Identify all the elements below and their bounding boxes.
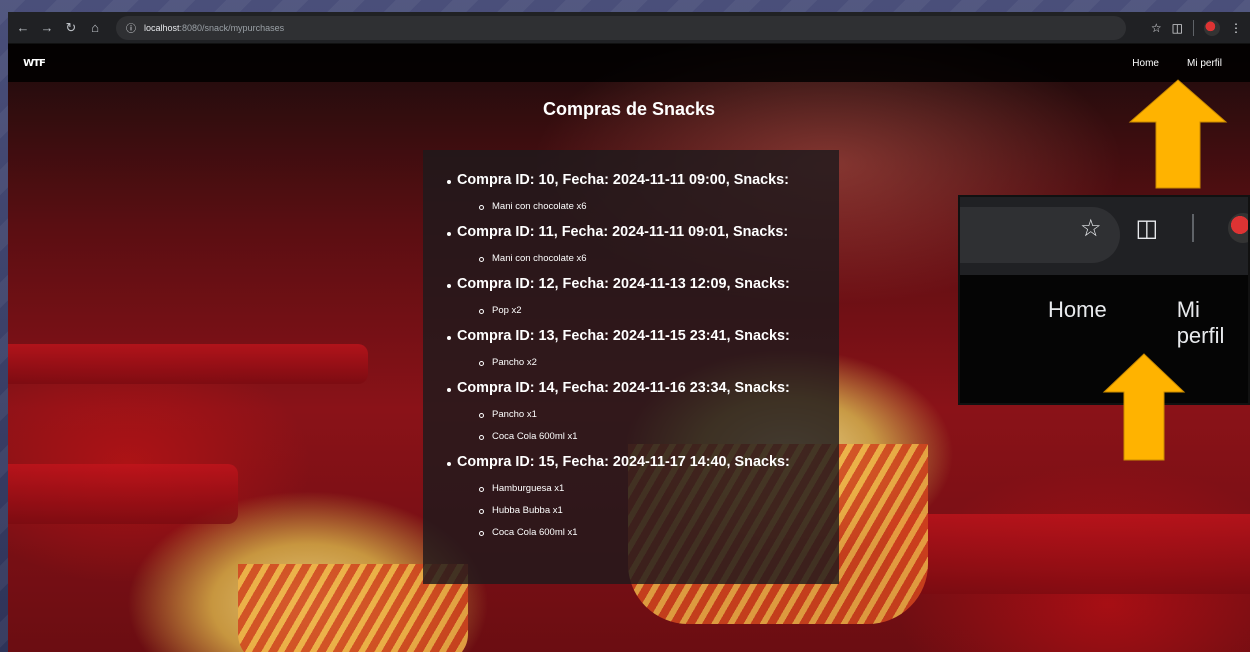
- circle-bullet-icon: [479, 360, 484, 366]
- snack-label: Mani con chocolate x6: [492, 201, 587, 212]
- callout-extensions-icon: ◫: [1135, 214, 1159, 242]
- circle-bullet-icon: [479, 508, 484, 514]
- up-arrow-annotation: [1128, 79, 1228, 189]
- snack-list: Mani con chocolate x6: [447, 196, 839, 218]
- snack-list: Mani con chocolate x6: [447, 248, 839, 270]
- purchase-header-text: Compra ID: 10, Fecha: 2024-11-11 09:00, …: [457, 172, 789, 188]
- background-seat: [8, 344, 368, 384]
- purchase-header-text: Compra ID: 12, Fecha: 2024-11-13 12:09, …: [457, 276, 790, 292]
- bullet-icon: [447, 388, 451, 392]
- purchase-header-text: Compra ID: 11, Fecha: 2024-11-11 09:01, …: [457, 224, 789, 240]
- callout-browser-toolbar: ☆ ◫: [960, 197, 1248, 275]
- purchase-header-text: Compra ID: 15, Fecha: 2024-11-17 14:40, …: [457, 454, 790, 470]
- address-bar[interactable]: ⓘ localhost:8080/snack/mypurchases: [116, 15, 1126, 40]
- profile-avatar[interactable]: [1204, 19, 1220, 36]
- background-seat: [888, 514, 1250, 594]
- snack-item: Coca Cola 600ml x1: [479, 426, 839, 448]
- snack-list: Hamburguesa x1 Hubba Bubba x1 Coca Cola 60…: [447, 478, 839, 544]
- snack-item: Hubba Bubba x1: [479, 500, 839, 522]
- purchase-header: Compra ID: 14, Fecha: 2024-11-16 23:34, …: [447, 378, 839, 398]
- purchase-header: Compra ID: 12, Fecha: 2024-11-13 12:09, …: [447, 274, 839, 294]
- browser-toolbar: ← → ↻ ⌂ ⓘ localhost:8080/snack/mypurchas…: [8, 12, 1250, 44]
- snack-item: Pop x2: [479, 300, 839, 322]
- purchase-header-text: Compra ID: 14, Fecha: 2024-11-16 23:34, …: [457, 380, 790, 396]
- purchase-item: Compra ID: 15, Fecha: 2024-11-17 14:40, …: [447, 452, 839, 544]
- url-host: localhost: [144, 22, 180, 33]
- circle-bullet-icon: [479, 412, 484, 418]
- bullet-icon: [447, 180, 451, 184]
- snack-item: Mani con chocolate x6: [479, 196, 839, 218]
- circle-bullet-icon: [479, 256, 484, 262]
- reload-icon[interactable]: ↻: [60, 17, 82, 39]
- snack-item: Pancho x2: [479, 352, 839, 374]
- purchase-item: Compra ID: 13, Fecha: 2024-11-15 23:41, …: [447, 326, 839, 374]
- site-navbar: WTF Home Mi perfil: [8, 44, 1250, 82]
- background-seat: [8, 464, 238, 524]
- bookmark-star-icon[interactable]: ☆: [1151, 21, 1162, 35]
- menu-icon[interactable]: ⋮: [1230, 21, 1242, 35]
- nav-profile-link[interactable]: Mi perfil: [1187, 58, 1222, 69]
- circle-bullet-icon: [479, 530, 484, 536]
- url-path: :8080/snack/mypurchases: [179, 22, 285, 33]
- purchase-header: Compra ID: 13, Fecha: 2024-11-15 23:41, …: [447, 326, 839, 346]
- snack-label: Pancho x1: [492, 409, 537, 420]
- snack-label: Coca Cola 600ml x1: [492, 431, 578, 442]
- purchase-header: Compra ID: 15, Fecha: 2024-11-17 14:40, …: [447, 452, 839, 472]
- callout-profile-label: Mi perfil: [1176, 297, 1225, 348]
- purchase-header: Compra ID: 11, Fecha: 2024-11-11 09:01, …: [447, 222, 839, 242]
- purchases-panel: Compra ID: 10, Fecha: 2024-11-11 09:00, …: [423, 150, 839, 584]
- purchase-item: Compra ID: 11, Fecha: 2024-11-11 09:01, …: [447, 222, 839, 270]
- extensions-icon[interactable]: ◫: [1172, 21, 1183, 35]
- snack-item: Coca Cola 600ml x1: [479, 522, 839, 544]
- purchase-header: Compra ID: 10, Fecha: 2024-11-11 09:00, …: [447, 170, 839, 190]
- page-title: Compras de Snacks: [542, 99, 716, 119]
- snack-label: Pop x2: [492, 305, 522, 316]
- circle-bullet-icon: [479, 486, 484, 492]
- snack-item: Hamburguesa x1: [479, 478, 839, 500]
- snack-item: Mani con chocolate x6: [479, 248, 839, 270]
- site-info-icon[interactable]: ⓘ: [126, 20, 136, 35]
- forward-icon[interactable]: →: [36, 17, 58, 39]
- purchase-item: Compra ID: 14, Fecha: 2024-11-16 23:34, …: [447, 378, 839, 448]
- bullet-icon: [447, 284, 451, 288]
- purchase-header-text: Compra ID: 13, Fecha: 2024-11-15 23:41, …: [457, 328, 790, 344]
- back-icon[interactable]: ←: [12, 17, 34, 39]
- snack-label: Coca Cola 600ml x1: [492, 527, 578, 538]
- circle-bullet-icon: [479, 308, 484, 314]
- snack-label: Mani con chocolate x6: [492, 253, 587, 264]
- callout-bookmark-star-icon: ☆: [1080, 214, 1102, 242]
- snack-label: Hubba Bubba x1: [492, 505, 563, 516]
- nav-home-link[interactable]: Home: [1132, 58, 1159, 69]
- snack-list: Pancho x2: [447, 352, 839, 374]
- snack-list: Pancho x1 Coca Cola 600ml x1: [447, 404, 839, 448]
- bullet-icon: [447, 232, 451, 236]
- bullet-icon: [447, 462, 451, 466]
- bullet-icon: [447, 336, 451, 340]
- toolbar-separator: [1193, 19, 1194, 36]
- site-logo[interactable]: WTF: [22, 53, 46, 73]
- snack-list: Pop x2: [447, 300, 839, 322]
- circle-bullet-icon: [479, 204, 484, 210]
- circle-bullet-icon: [479, 434, 484, 440]
- callout-home-label: Home: [1048, 297, 1107, 322]
- purchase-item: Compra ID: 10, Fecha: 2024-11-11 09:00, …: [447, 170, 839, 218]
- home-icon[interactable]: ⌂: [84, 17, 106, 39]
- callout-profile-avatar: [1228, 213, 1248, 243]
- callout-separator: [1192, 214, 1195, 242]
- snack-item: Pancho x1: [479, 404, 839, 426]
- purchase-item: Compra ID: 12, Fecha: 2024-11-13 12:09, …: [447, 274, 839, 322]
- up-arrow-annotation: [1102, 353, 1186, 461]
- snack-label: Hamburguesa x1: [492, 483, 565, 494]
- purchase-list: Compra ID: 10, Fecha: 2024-11-11 09:00, …: [447, 170, 839, 544]
- snack-label: Pancho x2: [492, 357, 537, 368]
